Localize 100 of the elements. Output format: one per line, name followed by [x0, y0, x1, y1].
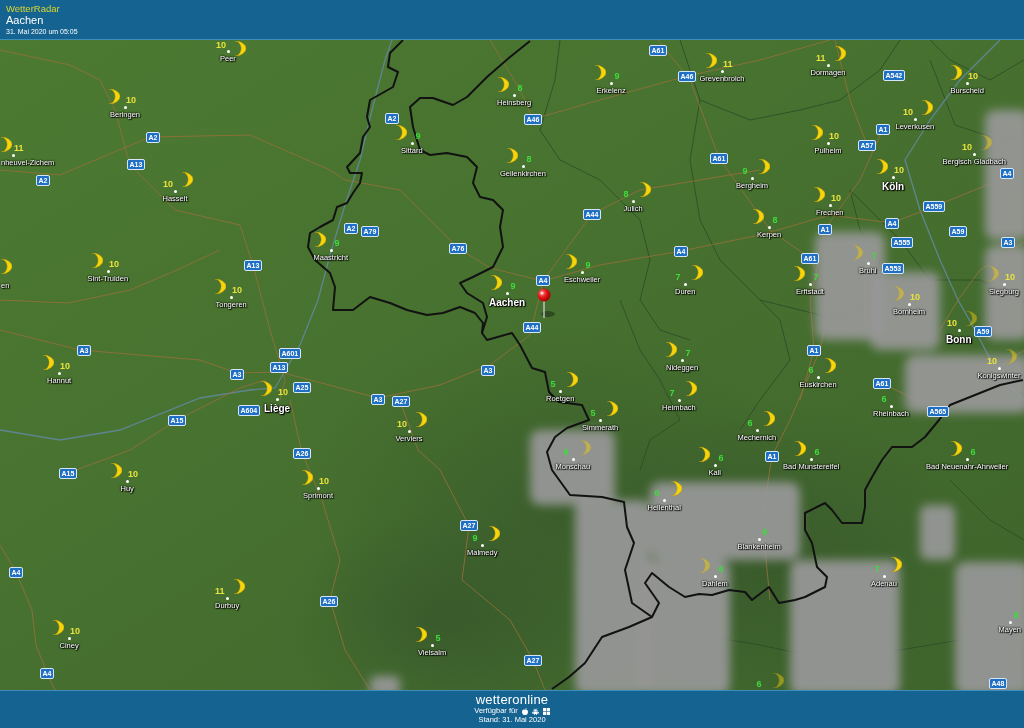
- city-marker-icon: [558, 389, 562, 393]
- city-marker-icon: [957, 328, 961, 332]
- city-marker-icon: [767, 225, 771, 229]
- temperature-value: 7: [675, 272, 681, 282]
- temperature-value: 9: [614, 71, 620, 81]
- crescent-moon-icon: [639, 181, 651, 197]
- temperature-value: 6: [756, 680, 762, 689]
- app-title: WetterRadar: [6, 3, 60, 15]
- temperature-value: 8: [517, 83, 523, 93]
- temperature-value: 11: [14, 143, 24, 153]
- crescent-moon-icon: [834, 45, 846, 61]
- city-marker-icon: [580, 270, 584, 274]
- crescent-moon-icon: [506, 147, 518, 163]
- city-marker-icon: [125, 479, 129, 483]
- temperature-value: 11: [816, 53, 826, 63]
- crescent-moon-icon: [566, 371, 578, 387]
- city-marker-icon: [828, 203, 832, 207]
- temperature-value: 10: [947, 318, 957, 328]
- crescent-moon-icon: [1005, 348, 1017, 364]
- city-marker-icon: [720, 69, 724, 73]
- temperature-value: 8: [623, 189, 629, 199]
- temperature-value: 7: [669, 388, 675, 398]
- city-marker-icon: [713, 574, 717, 578]
- temperature-value: 10: [109, 259, 119, 269]
- city-marker-icon: [316, 486, 320, 490]
- crescent-moon-icon: [950, 440, 962, 456]
- crescent-moon-icon: [234, 41, 246, 56]
- crescent-moon-icon: [980, 134, 992, 150]
- crescent-moon-icon: [497, 76, 509, 92]
- crescent-moon-icon: [813, 186, 825, 202]
- crescent-moon-icon: [763, 410, 775, 426]
- city-marker-icon: [11, 153, 15, 157]
- city-marker-icon: [407, 429, 411, 433]
- temperature-value: 6: [747, 418, 753, 428]
- temperature-value: 6: [814, 447, 820, 457]
- crescent-moon-icon: [395, 124, 407, 140]
- crescent-moon-icon: [685, 380, 697, 396]
- temperature-value: 6: [718, 564, 724, 574]
- city-marker-icon: [123, 105, 127, 109]
- city-marker-icon: [631, 199, 635, 203]
- brand-name: wetteronline: [475, 693, 549, 708]
- city-marker-icon: [683, 282, 687, 286]
- crescent-moon-icon: [490, 274, 502, 290]
- temperature-value: 9: [472, 533, 478, 543]
- temperature-value: 9: [510, 281, 516, 291]
- city-marker-icon: [609, 81, 613, 85]
- robot-icon: [531, 707, 539, 715]
- crescent-moon-icon: [233, 578, 245, 594]
- city-marker-icon: [225, 596, 229, 600]
- city-marker-icon: [512, 93, 516, 97]
- city-marker-icon: [808, 282, 812, 286]
- cloud-area: [920, 505, 955, 560]
- city-marker-icon: [229, 295, 233, 299]
- city-name: Köln: [882, 182, 905, 192]
- crescent-moon-icon: [965, 310, 977, 326]
- crescent-moon-icon: [565, 253, 577, 269]
- city-marker-icon: [866, 261, 870, 265]
- city-marker-icon: [662, 498, 666, 502]
- crescent-moon-icon: [108, 88, 120, 104]
- crescent-moon-icon: [758, 158, 770, 174]
- apple-icon: [521, 707, 528, 715]
- temperature-value: 11: [215, 586, 225, 596]
- city-marker-icon: [889, 404, 893, 408]
- city-name: Aachen: [489, 298, 526, 308]
- crescent-moon-icon: [314, 231, 326, 247]
- crescent-moon-icon: [698, 446, 710, 462]
- temperature-value: 6: [654, 488, 660, 498]
- crescent-moon-icon: [42, 354, 54, 370]
- temperature-value: 7: [813, 272, 819, 282]
- crescent-moon-icon: [415, 626, 427, 642]
- city-marker-icon: [1008, 620, 1012, 624]
- temperature-value: 10: [278, 387, 288, 397]
- city-name: Liège: [264, 404, 291, 414]
- crescent-moon-icon: [987, 265, 999, 281]
- crescent-moon-icon: [91, 252, 103, 268]
- temperature-value: 10: [894, 165, 904, 175]
- crescent-moon-icon: [1, 136, 12, 152]
- city-marker-icon: [677, 398, 681, 402]
- crescent-moon-icon: [892, 285, 904, 301]
- temperature-value: 6: [563, 447, 569, 457]
- city-marker-icon: [571, 457, 575, 461]
- city-marker-icon: [598, 418, 602, 422]
- location-name: Aachen: [6, 14, 44, 28]
- temperature-value: 8: [526, 154, 532, 164]
- city-marker-icon: [275, 397, 279, 401]
- crescent-moon-icon: [670, 480, 682, 496]
- crescent-moon-icon: [214, 278, 226, 294]
- crescent-moon-icon: [301, 469, 313, 485]
- city-marker-icon: [826, 141, 830, 145]
- temperature-value: 10: [216, 41, 226, 50]
- crescent-moon-icon: [1, 258, 12, 274]
- crescent-moon-icon: [698, 557, 710, 573]
- crescent-moon-icon: [110, 462, 122, 478]
- temperature-value: 5: [590, 408, 596, 418]
- temperature-value: 8: [1013, 610, 1019, 620]
- city-marker-icon: [1002, 282, 1006, 286]
- city-marker-icon: [750, 176, 754, 180]
- temperature-value: 5: [435, 633, 441, 643]
- temperature-value: 10: [163, 179, 173, 189]
- temperature-value: 10: [397, 419, 407, 429]
